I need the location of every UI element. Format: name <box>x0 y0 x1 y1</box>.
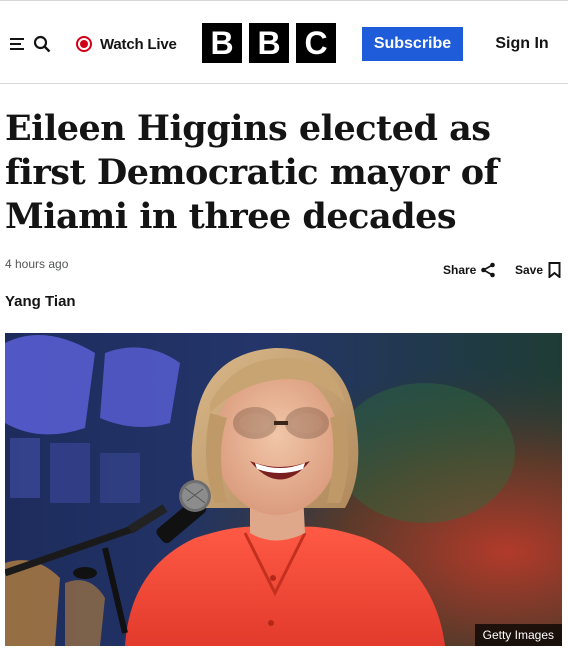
article-headline: Eileen Higgins elected as first Democrat… <box>5 108 499 237</box>
logo-letter: C <box>296 23 336 63</box>
logo-letter: B <box>249 23 289 63</box>
logo-letter: B <box>202 23 242 63</box>
save-label: Save <box>515 263 544 277</box>
live-dot-icon <box>76 36 92 52</box>
watch-live-link[interactable]: Watch Live <box>76 32 177 56</box>
save-button[interactable]: Save <box>515 260 561 280</box>
watch-live-label: Watch Live <box>100 35 177 53</box>
search-icon <box>33 35 51 53</box>
share-icon <box>481 262 496 278</box>
image-credit: Getty Images <box>474 624 562 646</box>
bookmark-icon <box>548 262 561 278</box>
sign-in-button[interactable]: Sign In <box>484 27 560 61</box>
share-label: Share <box>443 263 477 277</box>
photo-illustration <box>5 333 562 646</box>
menu-search-button[interactable] <box>10 32 52 56</box>
subscribe-button[interactable]: Subscribe <box>362 27 463 61</box>
article-byline: Yang Tian <box>5 293 76 310</box>
share-button[interactable]: Share <box>443 260 496 280</box>
site-header: Watch Live B B C Subscribe Sign In <box>0 4 568 84</box>
bbc-logo[interactable]: B B C <box>202 23 336 63</box>
article-timestamp: 4 hours ago <box>5 257 69 271</box>
article-image: Getty Images <box>5 333 562 646</box>
menu-icon <box>10 38 24 50</box>
